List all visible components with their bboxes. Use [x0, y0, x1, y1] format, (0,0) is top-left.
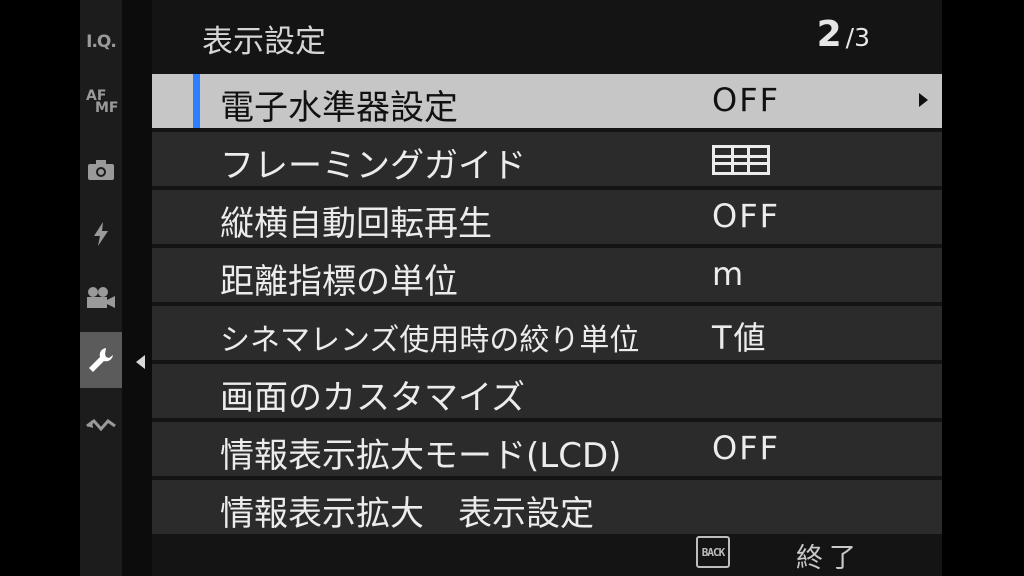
iq-icon[interactable]: I.Q.	[80, 14, 122, 70]
menu-item-value: OFF	[712, 429, 780, 467]
menu-item-label: 縦横自動回転再生	[220, 204, 492, 244]
af-mf-icon[interactable]: AF MF	[80, 74, 122, 130]
movie-icon[interactable]	[80, 270, 122, 326]
back-button-icon[interactable]: BACK	[696, 536, 730, 568]
menu-item-electronic-level[interactable]: 電子水準器設定 OFF	[152, 74, 942, 128]
submenu-arrow-icon	[919, 93, 928, 107]
menu-item-label: 情報表示拡大 表示設定	[220, 494, 594, 534]
page-total: /3	[845, 23, 870, 52]
panel-header: 表示設定 2/3	[152, 0, 942, 72]
menu-item-label: 画面のカスタマイズ	[220, 378, 525, 418]
menu-item-label: 情報表示拡大モード(LCD)	[220, 436, 622, 476]
menu-item-framing-guide[interactable]: フレーミングガイド	[152, 132, 942, 186]
menu-item-label: 距離指標の単位	[220, 262, 458, 302]
camera-icon[interactable]	[80, 142, 122, 198]
flash-icon[interactable]	[80, 206, 122, 262]
wrench-icon[interactable]	[80, 332, 122, 388]
menu-item-screen-customize[interactable]: 画面のカスタマイズ	[152, 364, 942, 418]
menu-item-value: T値	[712, 319, 768, 357]
collapse-left-icon[interactable]	[136, 355, 145, 369]
menu-item-label: フレーミングガイド	[220, 146, 526, 186]
grid-guide-icon	[712, 145, 770, 175]
right-margin	[942, 0, 1024, 576]
menu-item-cine-lens-aperture-unit[interactable]: シネマレンズ使用時の絞り単位 T値	[152, 306, 942, 360]
menu-item-auto-rotate[interactable]: 縦横自動回転再生 OFF	[152, 190, 942, 244]
page-current: 2	[816, 14, 842, 55]
wireless-icon[interactable]	[80, 398, 122, 454]
menu-item-value: m	[712, 255, 746, 293]
menu-item-large-indicator-display[interactable]: 情報表示拡大 表示設定	[152, 480, 942, 534]
menu-item-label: シネマレンズ使用時の絞り単位	[220, 323, 640, 358]
menu-item-large-indicator-mode[interactable]: 情報表示拡大モード(LCD) OFF	[152, 422, 942, 476]
menu-list: 電子水準器設定 OFF フレーミングガイド 縦横自動回転再生 OFF 距離指標の…	[152, 74, 942, 538]
panel-footer: BACK 終了	[152, 530, 942, 576]
menu-item-distance-unit[interactable]: 距離指標の単位 m	[152, 248, 942, 302]
menu-item-label: 電子水準器設定	[220, 88, 458, 128]
sidebar-divider	[122, 0, 152, 576]
page-title: 表示設定	[202, 24, 326, 60]
menu-item-value: OFF	[712, 197, 780, 235]
exit-label: 終了	[796, 543, 862, 574]
selection-marker	[193, 74, 200, 128]
page-indicator: 2/3	[817, 14, 870, 55]
settings-panel: 表示設定 2/3 電子水準器設定 OFF フレーミングガイド 縦横自動回転再生 …	[152, 0, 942, 576]
category-sidebar: I.Q. AF MF	[80, 0, 122, 576]
menu-item-value: OFF	[712, 81, 780, 119]
